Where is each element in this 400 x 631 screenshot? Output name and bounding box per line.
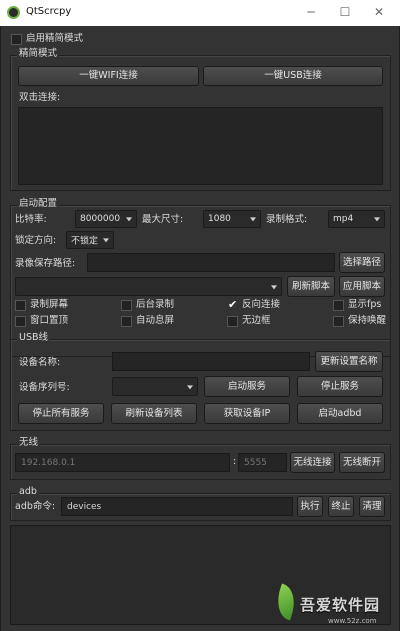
chevron-down-icon bbox=[103, 238, 109, 243]
usb-group-title: USB线 bbox=[17, 332, 51, 344]
background-record-checkbox[interactable] bbox=[121, 300, 132, 311]
reverse-connect-label: 反向连接 bbox=[242, 299, 281, 310]
chevron-down-icon bbox=[187, 384, 193, 389]
port-placeholder: 5555 bbox=[244, 457, 267, 468]
record-path-field[interactable] bbox=[87, 253, 335, 272]
chevron-down-icon bbox=[250, 217, 256, 222]
site-watermark: 吾爱软件园 www.52z.com bbox=[271, 583, 400, 631]
record-format-select[interactable]: mp4 bbox=[328, 210, 385, 228]
lock-orientation-value: 不锁定 bbox=[71, 236, 99, 247]
serial-label: 设备序列号: bbox=[19, 382, 70, 393]
lock-orientation-select[interactable]: 不锁定 bbox=[66, 231, 114, 249]
device-name-label: 设备名称: bbox=[19, 357, 61, 368]
execute-button[interactable]: 执行 bbox=[297, 496, 323, 517]
wireless-group-title: 无线 bbox=[17, 437, 41, 449]
record-format-value: mp4 bbox=[333, 214, 354, 224]
record-path-label: 录像保存路径: bbox=[15, 258, 76, 269]
config-group-title: 启动配置 bbox=[17, 198, 60, 210]
max-size-label: 最大尺寸: bbox=[142, 214, 184, 225]
chevron-down-icon bbox=[374, 217, 380, 222]
close-button[interactable]: ✕ bbox=[364, 2, 394, 22]
frameless-checkbox[interactable] bbox=[227, 316, 238, 327]
device-name-field[interactable] bbox=[112, 352, 310, 371]
bitrate-select[interactable]: 8000000 bbox=[75, 210, 137, 228]
adb-command-field[interactable]: devices bbox=[61, 497, 293, 516]
window-title: QtScrcpy bbox=[26, 6, 72, 17]
serial-select[interactable] bbox=[112, 377, 198, 396]
get-device-ip-button[interactable]: 获取设备IP bbox=[204, 403, 290, 424]
update-device-name-button[interactable]: 更新设置名称 bbox=[315, 351, 383, 372]
usb-connect-button[interactable]: 一键USB连接 bbox=[203, 66, 383, 86]
wifi-connect-button[interactable]: 一键WIFI连接 bbox=[18, 66, 199, 86]
max-size-select[interactable]: 1080 bbox=[203, 210, 261, 228]
bitrate-value: 8000000 bbox=[80, 214, 121, 224]
lock-orientation-label: 锁定方向: bbox=[15, 235, 57, 246]
watermark-url: www.52z.com bbox=[328, 617, 377, 625]
start-service-button[interactable]: 启动服务 bbox=[204, 376, 290, 397]
show-fps-checkbox[interactable] bbox=[333, 300, 344, 311]
title-bar: QtScrcpy ─ ☐ ✕ bbox=[0, 0, 400, 26]
maximize-button[interactable]: ☐ bbox=[330, 2, 360, 22]
always-on-top-checkbox[interactable] bbox=[15, 316, 26, 327]
ip-port-separator: : bbox=[233, 456, 237, 467]
record-screen-checkbox[interactable] bbox=[15, 300, 26, 311]
refresh-devices-button[interactable]: 刷新设备列表 bbox=[111, 403, 197, 424]
adb-command-value: devices bbox=[67, 501, 102, 512]
record-screen-label: 录制屏幕 bbox=[30, 299, 69, 310]
stay-awake-checkbox[interactable] bbox=[333, 316, 344, 327]
record-format-label: 录制格式: bbox=[266, 214, 308, 225]
simple-mode-label: 启用精简模式 bbox=[26, 33, 84, 44]
app-icon bbox=[7, 6, 20, 19]
background-record-label: 后台录制 bbox=[136, 299, 175, 310]
ip-field[interactable]: 192.168.0.1 bbox=[15, 453, 230, 472]
refresh-script-button[interactable]: 刷新脚本 bbox=[287, 276, 335, 297]
minimize-button[interactable]: ─ bbox=[296, 2, 326, 22]
stop-service-button[interactable]: 停止服务 bbox=[297, 376, 383, 397]
adb-command-label: adb命令: bbox=[15, 501, 56, 512]
wireless-disconnect-button[interactable]: 无线断开 bbox=[339, 452, 385, 473]
port-field[interactable]: 5555 bbox=[238, 453, 287, 472]
always-on-top-label: 窗口置顶 bbox=[30, 315, 69, 326]
auto-screen-off-checkbox[interactable] bbox=[121, 316, 132, 327]
stop-all-services-button[interactable]: 停止所有服务 bbox=[18, 403, 104, 424]
double-click-label: 双击连接: bbox=[19, 92, 61, 103]
main-window: 启用精简模式 精简模式 一键WIFI连接 一键USB连接 双击连接: 启动配置 … bbox=[0, 26, 400, 631]
script-select[interactable] bbox=[15, 277, 282, 296]
device-list[interactable] bbox=[18, 107, 383, 185]
reverse-connect-checkbox[interactable]: ✔ bbox=[227, 299, 238, 310]
simple-mode-checkbox[interactable] bbox=[11, 34, 22, 45]
chevron-down-icon bbox=[271, 284, 277, 289]
frameless-label: 无边框 bbox=[242, 315, 271, 326]
select-path-button[interactable]: 选择路径 bbox=[339, 252, 385, 273]
chevron-down-icon bbox=[126, 217, 132, 222]
adb-group-title: adb bbox=[17, 486, 39, 498]
simple-mode-group-title: 精简模式 bbox=[17, 48, 60, 60]
apply-script-button[interactable]: 应用脚本 bbox=[339, 276, 385, 297]
terminate-button[interactable]: 终止 bbox=[328, 496, 354, 517]
max-size-value: 1080 bbox=[208, 214, 231, 224]
clear-button[interactable]: 清理 bbox=[359, 496, 385, 517]
start-adbd-button[interactable]: 启动adbd bbox=[297, 403, 383, 424]
stay-awake-label: 保持唤醒 bbox=[348, 315, 387, 326]
wireless-connect-button[interactable]: 无线连接 bbox=[290, 452, 335, 473]
leaf-logo-icon bbox=[271, 583, 301, 621]
watermark-brand: 吾爱软件园 bbox=[300, 596, 381, 614]
ip-placeholder: 192.168.0.1 bbox=[21, 457, 76, 468]
show-fps-label: 显示fps bbox=[348, 299, 382, 310]
auto-screen-off-label: 自动息屏 bbox=[136, 315, 175, 326]
bitrate-label: 比特率: bbox=[15, 214, 47, 225]
